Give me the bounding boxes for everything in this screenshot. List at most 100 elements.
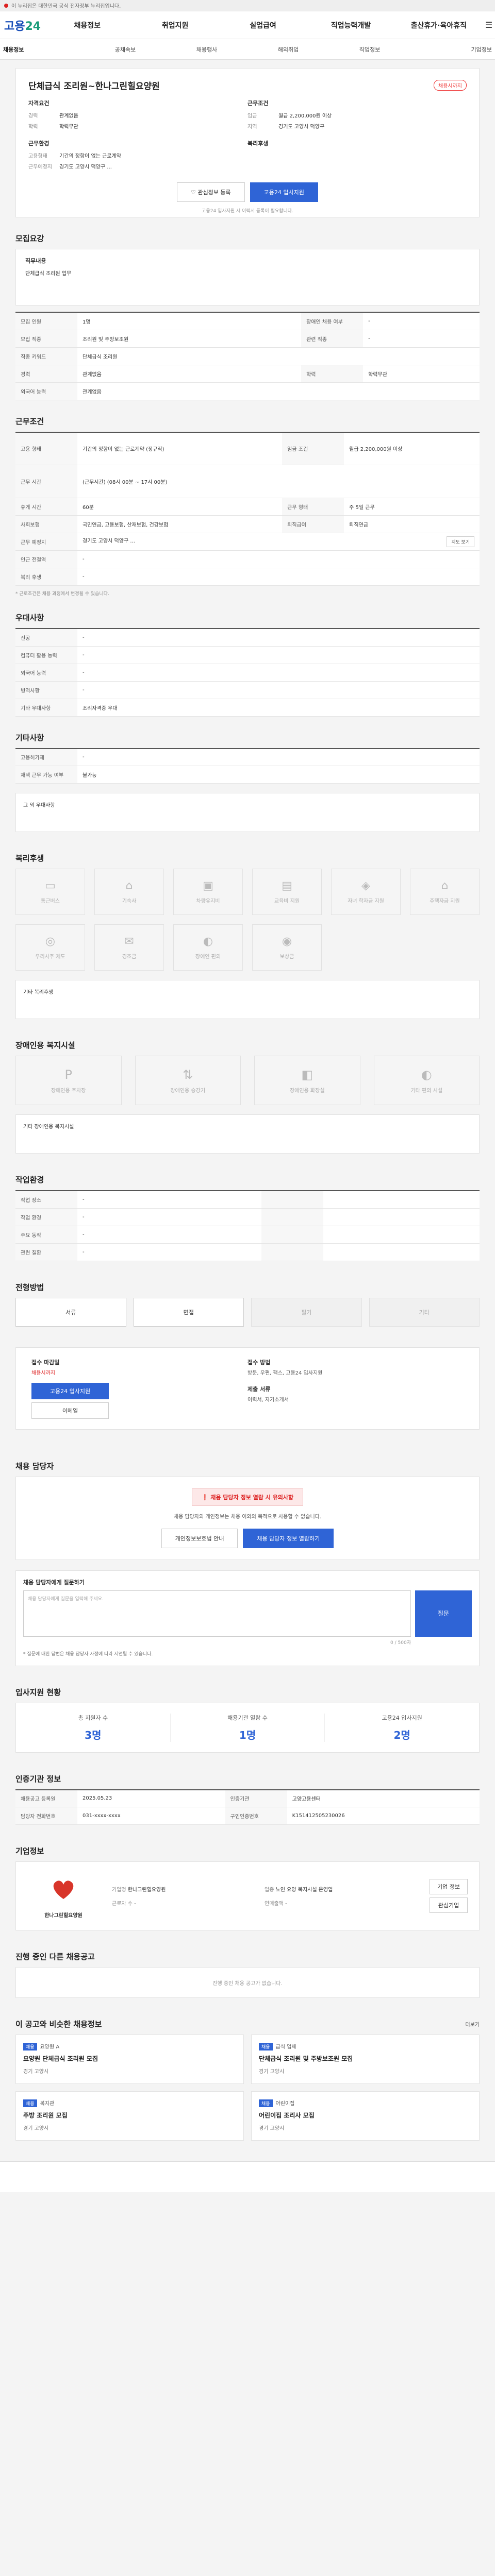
computer-label: 컴퓨터 활용 능력 [15, 646, 77, 664]
company-info-item: 근로자 수 - [112, 1899, 265, 1907]
site-logo[interactable]: 고용24 [0, 17, 43, 33]
job-type-value: 조리원 및 주방보조원 [77, 330, 302, 348]
heart-hands-icon [53, 1880, 74, 1899]
severance-label: 퇴직급여 [282, 515, 344, 533]
disab-section: 장애인용 복지시설 P 장애인용 주차장 ⇅ 장애인용 승강기 ◧ 장애인용 화장실 … [15, 1040, 480, 1154]
scrap-button[interactable]: ♡ 관심정보 등록 [177, 182, 245, 202]
subnav-job-info[interactable]: 직업정보 [329, 45, 410, 54]
career-value: 관계없음 [59, 113, 78, 119]
subnav-jobs[interactable]: 채용정보 [3, 45, 85, 54]
company-info-item: 연매출액 - [265, 1899, 417, 1907]
heart-icon: ♡ [191, 189, 198, 196]
job-card[interactable]: 채용 어린이집 어린이집 조리사 모집 경기 고양시 [251, 2091, 480, 2141]
contact-title: 채용 담당자 [15, 1461, 54, 1471]
step-document: 서류 [15, 1297, 126, 1327]
wage-label: 임금 [248, 113, 257, 119]
company-info-label: 업종 [265, 1887, 274, 1893]
disab-item: P 장애인용 주차장 [15, 1056, 122, 1105]
nav-training[interactable]: 직업능력개발 [307, 20, 394, 30]
stat-label: 고용24 입사지원 [382, 1714, 422, 1721]
recruit-title: 모집요강 [15, 234, 44, 243]
agency-label: 구인인증번호 [225, 1807, 287, 1825]
other-pref-label: 기타 우대사항 [15, 699, 77, 717]
table-row: 직종 키워드 단체급식 조리원 [15, 347, 480, 365]
company-info-label: 근로자 수 [112, 1901, 133, 1907]
welfare-grid: ▭ 통근버스 ⌂ 기숙사 ▣ 차량유지비 ▤ 교육비 지원 ◈ 자녀 학자금 지원 ⌂ 주택… [15, 869, 480, 971]
card-tag: 채용 [259, 2043, 273, 2050]
toilet-icon: ◧ [301, 1067, 314, 1082]
company-info-label: 연매출액 [265, 1901, 284, 1907]
job-card[interactable]: 채용 요양원 A 요양원 단체급식 조리원 모집 경기 고양시 [15, 2035, 244, 2084]
company-box: 한나그린힐요양원 기업명 한나그린힐요양원 업종 노인 요양 복지시설 운영업 … [15, 1861, 480, 1930]
parking-icon: P [64, 1067, 72, 1082]
subnav-events[interactable]: 채용행사 [166, 45, 248, 54]
nav-employment-support[interactable]: 취업지원 [131, 20, 219, 30]
job-card[interactable]: 채용 급식 업체 단체급식 조리원 및 주방보조원 모집 경기 고양시 [251, 2035, 480, 2084]
welfare-title: 복리후생 [15, 854, 44, 863]
welfare-label: 우리사주 제도 [35, 954, 65, 960]
flag-icon [4, 3, 8, 8]
other-pref-value: 조리자격증 우대 [77, 699, 480, 717]
gift-icon: ✉ [124, 935, 134, 948]
work-hours-label: 근무 시간 [15, 465, 77, 498]
welfare-item: ⌂ 주택자금 지원 [410, 869, 480, 915]
apply-button[interactable]: 고용24 입사지원 [250, 182, 318, 202]
subnav-public-recruit[interactable]: 공채속보 [85, 45, 166, 54]
subnav-overseas[interactable]: 해외취업 [248, 45, 329, 54]
qa-submit-button[interactable]: 질문 [415, 1590, 472, 1637]
welfare-label: 경조금 [122, 954, 137, 960]
process-title: 전형방법 [15, 1282, 44, 1292]
nav-parental-leave[interactable]: 출산휴가·육아휴직 [395, 20, 483, 30]
work-section: 근무조건 고용 형태 기간의 정함이 없는 근로계약 (정규직) 임금 조건 월급 2… [15, 416, 480, 597]
agency-value: 2025.05.23 [77, 1789, 225, 1807]
deadline-badge: 채용시까지 [434, 80, 467, 91]
eps-label: 고용허가제 [15, 748, 77, 766]
card-location: 경기 고양시 [259, 2069, 285, 2075]
qa-box: 채용 담당자에게 질문하기 채용 담당자에게 질문을 입력해 주세요. 질문 0… [15, 1570, 480, 1666]
apply-online-button[interactable]: 고용24 입사지원 [31, 1382, 109, 1399]
workplace-label: 근무 예정지 [15, 533, 77, 551]
table-row: 주요 동작 - [15, 1226, 480, 1244]
logo-text: 고용 [4, 20, 25, 33]
menu-icon[interactable]: ☰ [483, 20, 495, 30]
computer-value: - [77, 646, 480, 664]
company-detail-button[interactable]: 기업 정보 [430, 1879, 468, 1894]
apply-email-button[interactable]: 이메일 [31, 1402, 109, 1419]
military-value: - [77, 681, 480, 699]
map-button[interactable]: 지도 보기 [447, 536, 474, 547]
welfare-label: 장애인 편의 [195, 954, 221, 960]
company-favorite-button[interactable]: 관심기업 [430, 1897, 468, 1913]
nav-jobs[interactable]: 채용정보 [43, 20, 131, 30]
apply-info: 접수 마감일 채용시까지 고용24 입사지원 이메일 접수 방법 방문, 우편,… [15, 1347, 480, 1430]
employment-type-value: 기간의 정함이 없는 근로계약 [59, 154, 121, 159]
recommend-cards: 채용 요양원 A 요양원 단체급식 조리원 모집 경기 고양시 채용 급식 업체 단체급식… [15, 2035, 480, 2141]
table-row: 기타 우대사항 조리자격증 우대 [15, 699, 480, 717]
disab-label: 장애인용 주차장 [51, 1088, 86, 1094]
card-tag: 채용 [259, 2099, 273, 2107]
site-header: 고용24 채용정보 취업지원 실업급여 직업능력개발 출산휴가·육아휴직 ☰ [0, 11, 495, 39]
qa-input[interactable]: 채용 담당자에게 질문을 입력해 주세요. [23, 1590, 411, 1637]
privacy-law-button[interactable]: 개인정보보호법 안내 [161, 1528, 238, 1548]
disab-title: 장애인용 복지시설 [15, 1041, 75, 1050]
company-logo: 한나그린힐요양원 [27, 1873, 100, 1919]
alert-icon: ❗ [201, 1494, 211, 1501]
docs-label: 제출 서류 [248, 1385, 271, 1393]
stats-box: 총 지원자 수 3명 채용기관 열람 수 1명 고용24 입사지원 2명 [15, 1702, 480, 1753]
job-card[interactable]: 채용 복지관 주방 조리원 모집 경기 고양시 [15, 2091, 244, 2141]
benefits-label: 복리 후생 [15, 568, 77, 586]
env-title: 작업환경 [15, 1175, 44, 1184]
env-value: - [77, 1191, 262, 1209]
card-title: 요양원 단체급식 조리원 모집 [23, 2055, 98, 2062]
subnav-company-info[interactable]: 기업정보 [410, 45, 492, 54]
etc-title: 기타사항 [15, 733, 44, 742]
company-info-value: 노인 요양 복지시설 운영업 [275, 1887, 333, 1893]
recommend-more-link[interactable]: 더보기 [465, 2020, 480, 2028]
table-row: 휴게 시간 60분 근무 형태 주 5일 근무 [15, 498, 480, 516]
language-value: 관계없음 [77, 382, 480, 400]
welfare-item: ◐ 장애인 편의 [173, 924, 243, 971]
nav-unemployment-benefit[interactable]: 실업급여 [219, 20, 307, 30]
welfare-item: ▣ 차량유지비 [173, 869, 243, 915]
view-contact-button[interactable]: 채용 담당자 정보 열람하기 [243, 1528, 334, 1548]
env-label: 관련 질환 [15, 1243, 77, 1261]
recommend-section: 이 공고와 비슷한 채용정보 더보기 채용 요양원 A 요양원 단체급식 조리원 모집… [15, 2019, 480, 2141]
